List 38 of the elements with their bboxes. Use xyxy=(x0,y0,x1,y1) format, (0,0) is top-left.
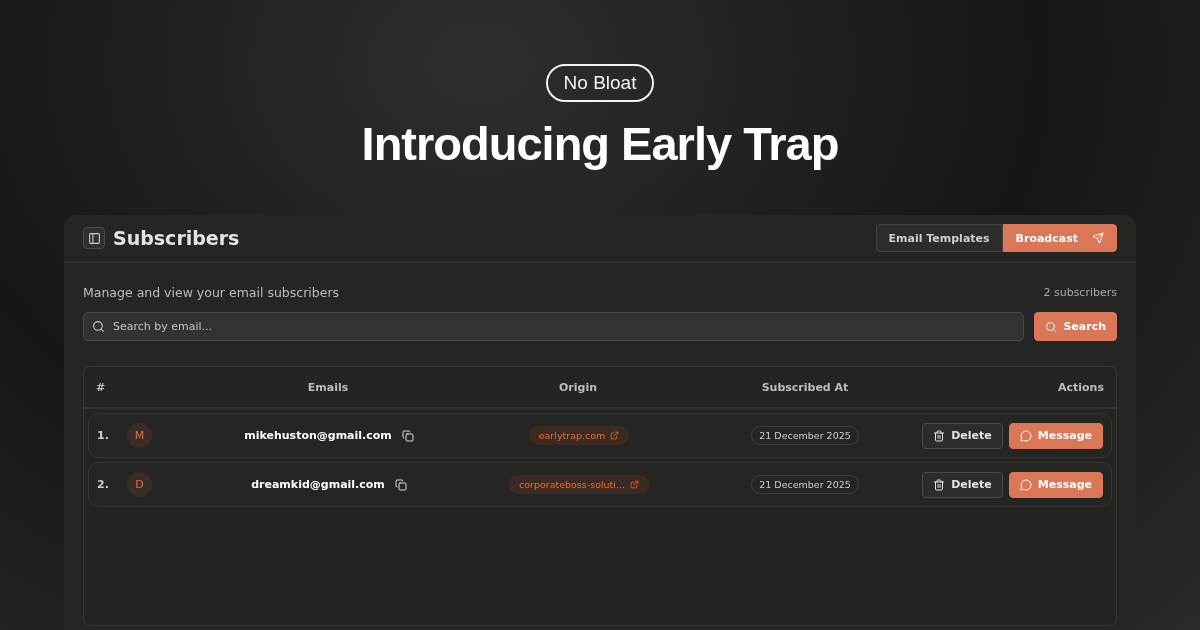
copy-icon[interactable] xyxy=(401,429,414,442)
copy-icon[interactable] xyxy=(394,478,407,491)
send-icon xyxy=(1092,232,1104,244)
subscriber-count: 2 subscribers xyxy=(1043,286,1117,299)
search-icon xyxy=(92,320,105,333)
search-icon xyxy=(1045,320,1058,333)
avatar: D xyxy=(127,472,152,497)
column-header: Actions xyxy=(1058,380,1104,394)
email-address: mikehuston@gmail.com xyxy=(244,429,392,442)
nav-tab[interactable]: Broadcast xyxy=(1002,224,1117,252)
column-header: Origin xyxy=(559,380,597,394)
origin-link[interactable]: earlytrap.com xyxy=(528,426,630,445)
headline: Introducing Early Trap xyxy=(361,116,839,171)
row-number: 1. xyxy=(97,429,110,442)
description: Manage and view your email subscribers xyxy=(83,285,340,300)
column-header: Subscribed At xyxy=(761,380,849,394)
nav-tab[interactable]: Email Templates xyxy=(875,224,1003,252)
message-button[interactable]: Message xyxy=(1008,422,1103,449)
origin-link[interactable]: corporateboss-soluti... xyxy=(508,475,650,494)
email-address: dreamkid@gmail.com xyxy=(251,478,385,491)
delete-button[interactable]: Delete xyxy=(922,422,1003,449)
column-header: # xyxy=(96,380,106,394)
panel-title: Subscribers xyxy=(113,227,240,249)
external-link-icon xyxy=(630,480,640,489)
sidebar-toggle-icon[interactable] xyxy=(83,227,105,249)
trash-icon xyxy=(933,429,946,442)
chat-bubble-icon xyxy=(1019,429,1032,442)
external-link-icon xyxy=(610,431,620,440)
avatar: M xyxy=(127,423,152,448)
delete-button[interactable]: Delete xyxy=(922,471,1003,498)
message-button[interactable]: Message xyxy=(1008,471,1103,498)
tag-badge: No Bloat xyxy=(545,64,655,102)
search-button[interactable]: Search xyxy=(1034,312,1117,341)
column-header: Emails xyxy=(307,380,349,394)
trash-icon xyxy=(933,478,946,491)
search-field[interactable]: Search by email... xyxy=(83,312,1025,341)
chat-bubble-icon xyxy=(1019,478,1032,491)
row-number: 2. xyxy=(97,478,110,491)
